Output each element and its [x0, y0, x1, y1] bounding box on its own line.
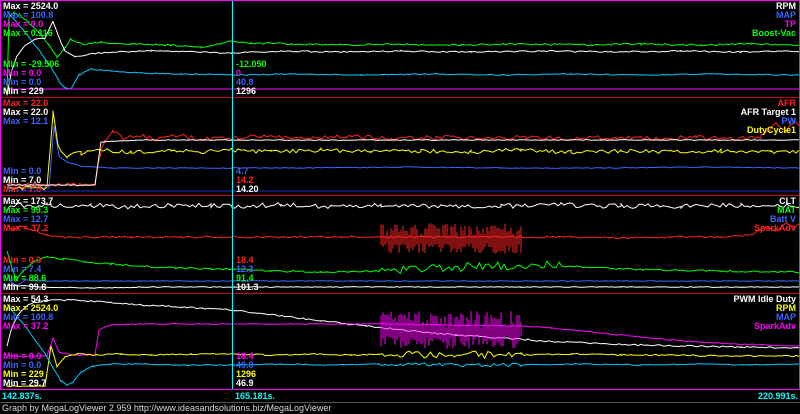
trace-plot	[6, 110, 799, 192]
trace-plot	[6, 201, 799, 289]
min-labels: Min = 0.0 Min = 7.0 Min = 7.0	[3, 167, 41, 194]
cursor-line[interactable]	[232, 1, 233, 389]
trace-plot	[6, 298, 799, 388]
trace	[6, 221, 799, 254]
trace	[6, 251, 799, 283]
graph-area: Max = 2524.0 Max = 100.8 Max = 0.0 Max = 0.…	[0, 0, 800, 390]
max-labels: Max = 54.3 Max = 2524.0 Max = 100.8 Max = 3…	[3, 295, 58, 331]
cursor-values: 4.7 14.2 14.20	[236, 167, 259, 194]
megalogviewer-window: Max = 2524.0 Max = 100.8 Max = 0.0 Max = 0.…	[0, 0, 800, 414]
trace	[6, 311, 799, 358]
panel-separator	[1, 293, 799, 294]
channel-labels: CLT MAT Batt V SparkAdv	[754, 197, 796, 233]
channel-label[interactable]: Boost-Vac	[752, 29, 796, 38]
channel-label[interactable]: DutyCycle1	[747, 126, 796, 135]
panel-separator	[1, 97, 799, 98]
cursor-values: 18.4 40.8 1296 46.9	[236, 352, 256, 388]
max-label: Max = 12.1	[3, 116, 49, 126]
status-bar: Graph by MegaLogViewer 2.959 http://www.…	[0, 402, 800, 414]
max-labels: Max = 22.0 Max = 22.0 Max = 12.1	[3, 99, 48, 126]
min-labels: Min = 0.0 Min = 0.0 Min = 229 Min = 29.7	[3, 352, 46, 388]
cursor-value: 46.9	[236, 378, 254, 388]
trace	[6, 284, 799, 289]
max-label: Max = 0.116	[3, 28, 53, 38]
trace-plot	[6, 10, 799, 96]
channel-labels: PWM Idle Duty RPM MAP SparkAdv	[734, 295, 797, 331]
trace	[6, 10, 799, 96]
max-label: Max = 37.2	[3, 223, 49, 233]
graph-panel-clt-mat-batt-spark[interactable]: Max = 173.7 Max = 99.3 Max = 12.7 Max = 37.…	[1, 196, 799, 293]
channel-label[interactable]: SparkAdv	[754, 224, 796, 233]
trace	[6, 201, 799, 211]
min-labels: Min = -29.506 Min = 0.0 Min = 0.0 Min = 229	[3, 60, 59, 96]
trace	[6, 345, 799, 388]
min-label: Min = 7.0	[3, 184, 42, 194]
channel-labels: RPM MAP TP Boost-Vac	[752, 2, 796, 38]
trace	[6, 125, 799, 189]
time-end-label: 220.991s.	[757, 391, 798, 401]
channel-label[interactable]: SparkAdv	[754, 322, 796, 331]
trace	[6, 139, 799, 186]
time-axis: 142.837s. 165.181s. 220.991s.	[0, 390, 800, 402]
trace	[7, 110, 799, 191]
cursor-value: 101.3	[236, 282, 259, 292]
panel-separator	[1, 195, 799, 196]
min-label: Min = 99.8	[3, 282, 47, 292]
cursor-values: 18.4 12.3 91.4 101.3	[236, 256, 259, 292]
graph-panel-pwm-idle-duty[interactable]: Max = 54.3 Max = 2524.0 Max = 100.8 Max = 3…	[1, 294, 799, 389]
graph-panel-rpm-map-tp-boostvac[interactable]: Max = 2524.0 Max = 100.8 Max = 0.0 Max = 0.…	[1, 1, 799, 97]
min-label: Min = 29.7	[3, 378, 47, 388]
min-label: Min = 229	[3, 86, 44, 96]
min-labels: Min = 0.0 Min = 7.4 Min = 88.6 Min = 99.8	[3, 256, 46, 292]
max-labels: Max = 2524.0 Max = 100.8 Max = 0.0 Max = 0.…	[3, 2, 58, 38]
channel-labels: AFR AFR Target 1 PW DutyCycle1	[741, 99, 796, 135]
trace	[6, 20, 799, 96]
trace	[6, 273, 799, 288]
time-start-label: 142.837s.	[2, 391, 43, 401]
trace	[6, 10, 799, 90]
status-text: Graph by MegaLogViewer 2.959 http://www.…	[2, 403, 332, 413]
graph-panel-afr-pw-dutycycle[interactable]: Max = 22.0 Max = 22.0 Max = 12.1 Min = 0.0…	[1, 98, 799, 195]
max-label: Max = 37.2	[3, 321, 49, 331]
cursor-value: 14.20	[236, 184, 259, 194]
max-labels: Max = 173.7 Max = 99.3 Max = 12.7 Max = 37.…	[3, 197, 53, 233]
time-cursor-label: 165.181s.	[235, 391, 276, 401]
cursor-value: 1296	[236, 86, 257, 96]
cursor-values: -12.050 0 40.8 1296	[236, 60, 267, 96]
